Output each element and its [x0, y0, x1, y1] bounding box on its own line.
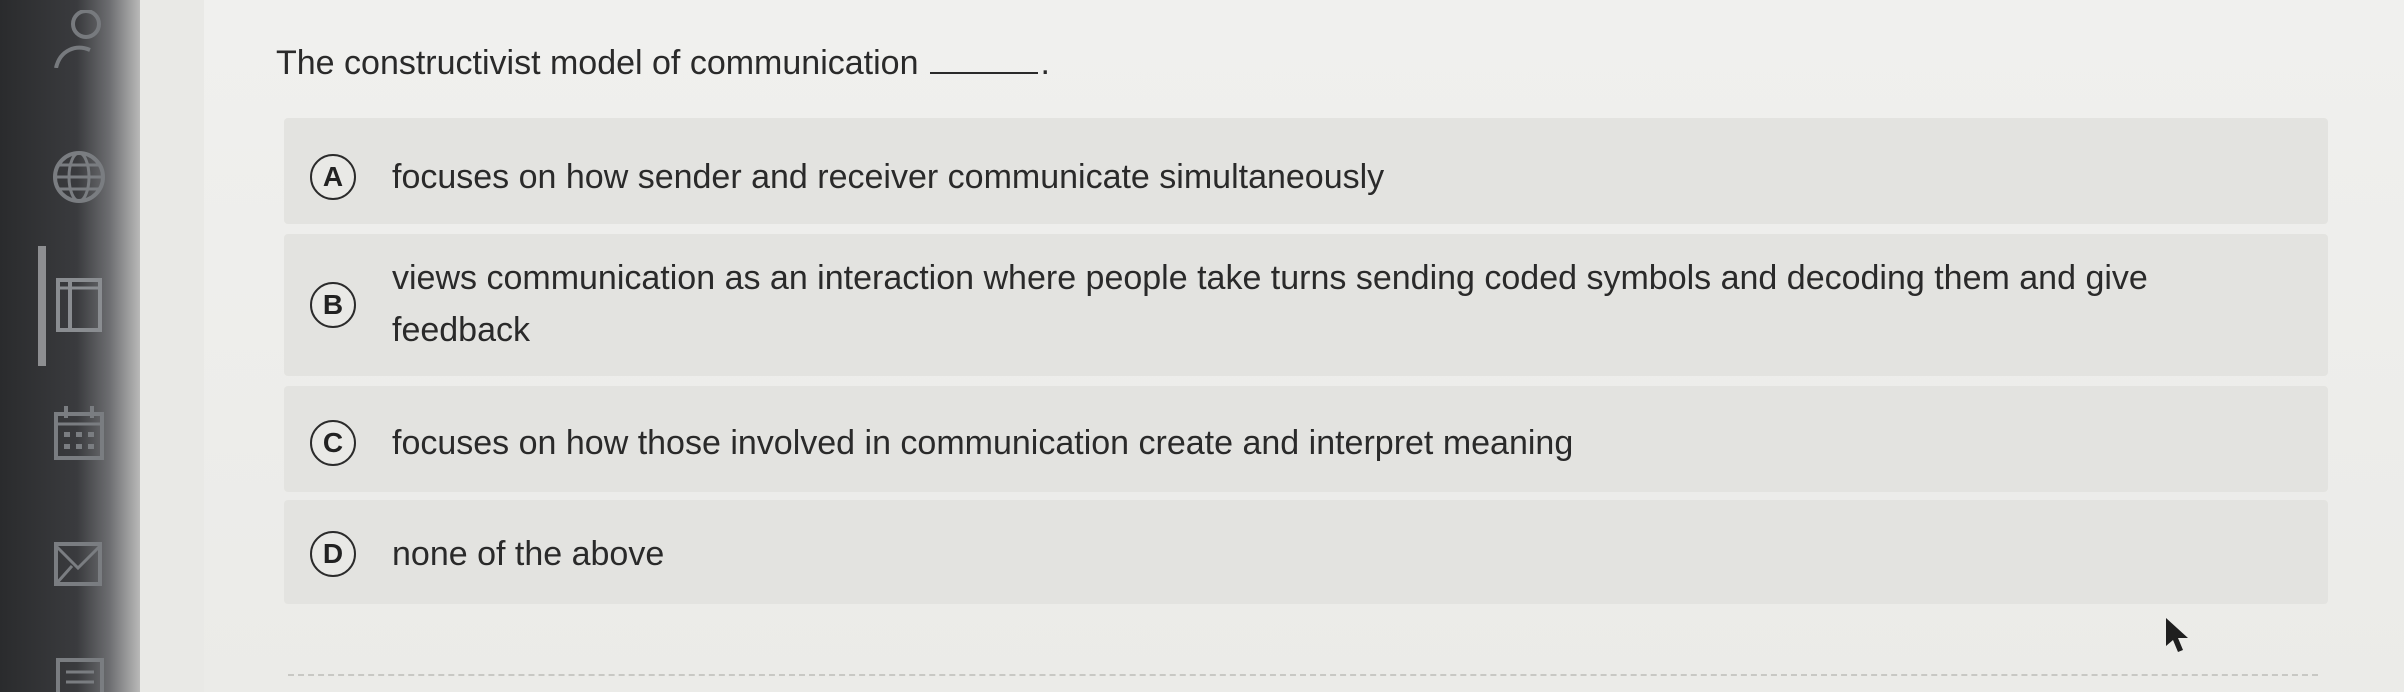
option-text: views communication as an interaction wh…: [392, 259, 2148, 349]
user-icon[interactable]: [50, 10, 108, 68]
history-icon[interactable]: [50, 652, 108, 692]
answer-option-a[interactable]: A focuses on how sender and receiver com…: [284, 118, 2328, 224]
global-nav-rail: [0, 0, 140, 692]
answer-option-d[interactable]: D none of the above: [284, 500, 2328, 604]
answer-option-b[interactable]: B views communication as an interaction …: [284, 234, 2328, 376]
question-text: The constructivist model of communicatio…: [276, 44, 919, 82]
option-letter-badge: A: [310, 154, 356, 200]
answer-option-c[interactable]: C focuses on how those involved in commu…: [284, 386, 2328, 492]
option-text: focuses on how sender and receiver commu…: [392, 158, 1385, 196]
courses-icon[interactable]: [50, 276, 108, 334]
option-text: none of the above: [392, 535, 665, 573]
option-letter-badge: D: [310, 531, 356, 577]
section-divider: [288, 674, 2318, 676]
option-letter-badge: C: [310, 420, 356, 466]
inbox-icon[interactable]: [50, 534, 108, 592]
globe-icon[interactable]: [50, 148, 108, 206]
option-letter-badge: B: [310, 282, 356, 328]
option-text: focuses on how those involved in communi…: [392, 424, 1574, 462]
mouse-cursor-icon: [2166, 618, 2188, 652]
calendar-icon[interactable]: [50, 404, 108, 462]
question-end-punctuation: .: [1040, 44, 1050, 82]
app-window: The constructivist model of communicatio…: [0, 0, 2404, 692]
question-blank: [930, 72, 1039, 74]
active-nav-indicator: [38, 246, 46, 366]
quiz-question-panel: The constructivist model of communicatio…: [204, 0, 2404, 692]
question-prompt: The constructivist model of communicatio…: [276, 44, 1050, 83]
